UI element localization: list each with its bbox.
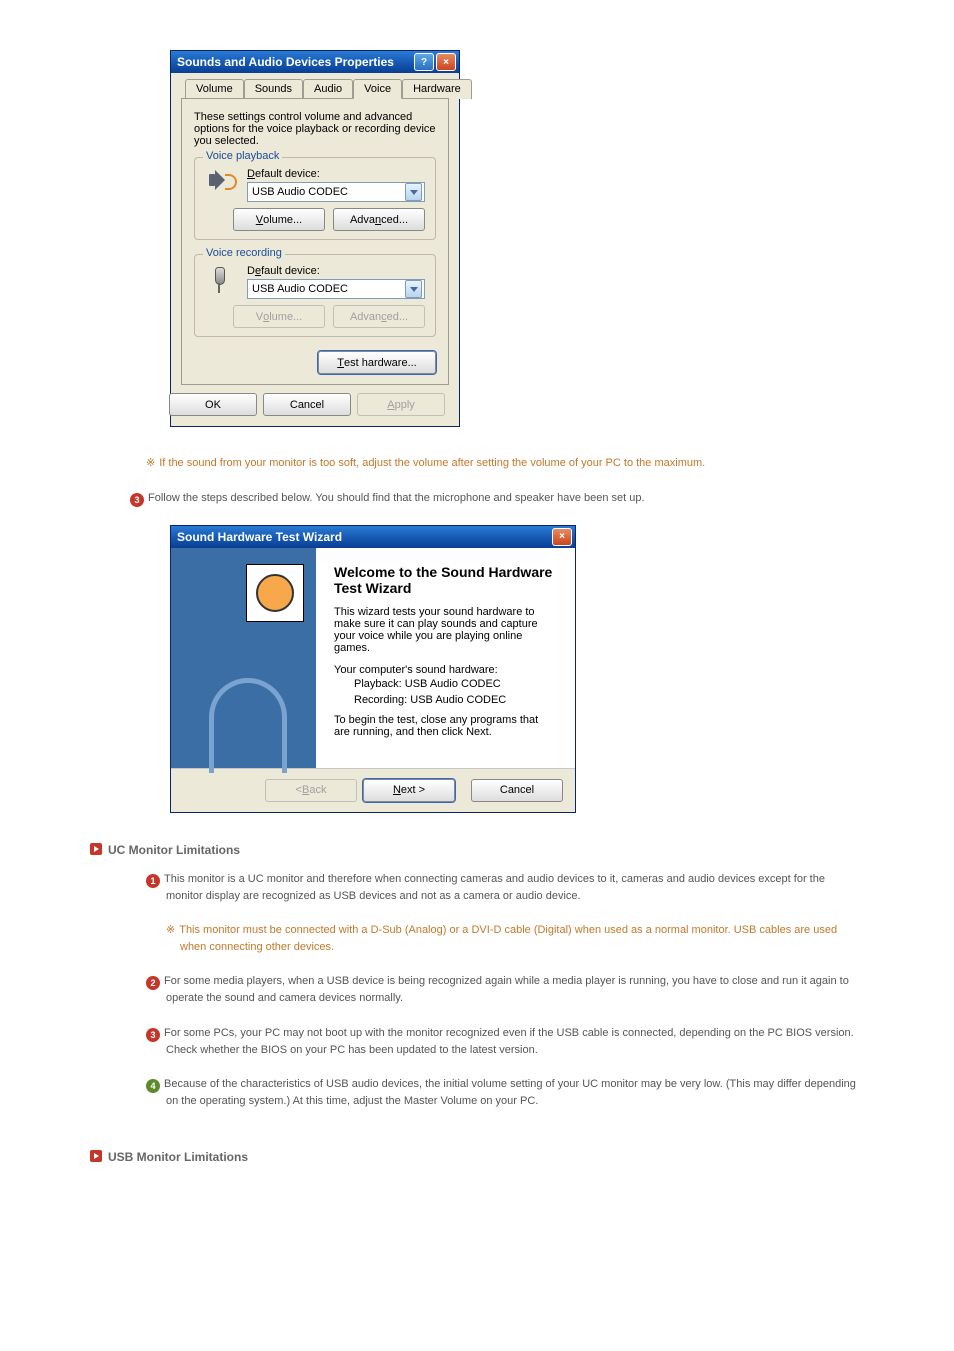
wizard-headphone-graphic: [209, 678, 287, 773]
recording-device-label: Default device:: [247, 265, 425, 277]
window-titlebar: Sounds and Audio Devices Properties ? ×: [171, 51, 459, 73]
wizard-speaker-image: [246, 564, 304, 622]
help-icon[interactable]: ?: [414, 53, 434, 71]
sounds-audio-devices-window: Sounds and Audio Devices Properties ? × …: [170, 50, 460, 427]
recording-device-value: USB Audio CODEC: [252, 283, 348, 295]
playback-device-value: USB Audio CODEC: [252, 186, 348, 198]
uc-bullet-3: 3: [146, 1028, 160, 1042]
tab-strip: Volume Sounds Audio Voice Hardware: [181, 79, 449, 99]
uc-limitations-heading: UC Monitor Limitations: [90, 843, 864, 857]
note-soft-sound: ※If the sound from your monitor is too s…: [146, 455, 864, 472]
uc-item-4: 4Because of the characteristics of USB a…: [146, 1076, 864, 1110]
test-hardware-button[interactable]: Test hardware...: [318, 351, 436, 374]
cancel-button[interactable]: Cancel: [263, 393, 351, 416]
wizard-intro: This wizard tests your sound hardware to…: [334, 606, 555, 654]
wizard-titlebar: Sound Hardware Test Wizard ×: [171, 526, 575, 548]
uc-bullet-1: 1: [146, 874, 160, 888]
wizard-next-button[interactable]: Next >: [363, 779, 455, 802]
wizard-heading: Welcome to the Sound Hardware Test Wizar…: [334, 564, 555, 596]
voice-recording-legend: Voice recording: [203, 247, 285, 259]
voice-recording-group: Voice recording Default device: USB Audi…: [194, 254, 436, 337]
wizard-begin-text: To begin the test, close any programs th…: [334, 714, 555, 738]
tab-audio[interactable]: Audio: [303, 79, 353, 99]
speaker-icon: [205, 168, 237, 200]
uc-bullet-4: 4: [146, 1079, 160, 1093]
step-3-bullet: 3: [130, 493, 144, 507]
section-arrow-icon: [90, 843, 102, 855]
wizard-hardware-label: Your computer's sound hardware:: [334, 664, 555, 676]
uc-item-3: 3For some PCs, your PC may not boot up w…: [146, 1025, 864, 1059]
wizard-playback-device: Playback: USB Audio CODEC: [354, 678, 555, 690]
voice-playback-legend: Voice playback: [203, 150, 282, 162]
uc-item-1: 1This monitor is a UC monitor and theref…: [146, 871, 864, 905]
step-3-text: 3Follow the steps described below. You s…: [130, 490, 864, 507]
dropdown-arrow-icon[interactable]: [405, 183, 422, 201]
tab-volume[interactable]: Volume: [185, 79, 244, 99]
dropdown-arrow-icon[interactable]: [405, 280, 422, 298]
close-icon[interactable]: ×: [436, 53, 456, 71]
wizard-title: Sound Hardware Test Wizard: [177, 530, 552, 544]
reference-mark-icon: ※: [166, 924, 175, 936]
uc-item-1-note: ※This monitor must be connected with a D…: [166, 922, 864, 955]
playback-volume-button[interactable]: Volume...: [233, 208, 325, 231]
window-title: Sounds and Audio Devices Properties: [177, 55, 414, 69]
wizard-side-graphic: [171, 548, 316, 768]
uc-item-2: 2For some media players, when a USB devi…: [146, 973, 864, 1007]
playback-device-select[interactable]: USB Audio CODEC: [247, 182, 425, 202]
tab-hardware[interactable]: Hardware: [402, 79, 472, 99]
voice-tab-panel: These settings control volume and advanc…: [181, 98, 449, 385]
uc-bullet-2: 2: [146, 976, 160, 990]
voice-tab-desc: These settings control volume and advanc…: [194, 111, 436, 147]
apply-button: Apply: [357, 393, 445, 416]
close-icon[interactable]: ×: [552, 528, 572, 546]
recording-device-select[interactable]: USB Audio CODEC: [247, 279, 425, 299]
ok-button[interactable]: OK: [169, 393, 257, 416]
playback-advanced-button[interactable]: Advanced...: [333, 208, 425, 231]
recording-advanced-button: Advanced...: [333, 305, 425, 328]
tab-voice[interactable]: Voice: [353, 79, 402, 99]
playback-device-label: Default device:: [247, 168, 425, 180]
wizard-back-button: < Back: [265, 779, 357, 802]
section-arrow-icon: [90, 1150, 102, 1162]
reference-mark-icon: ※: [146, 457, 155, 469]
recording-volume-button: Volume...: [233, 305, 325, 328]
tab-sounds[interactable]: Sounds: [244, 79, 303, 99]
microphone-icon: [205, 265, 237, 297]
usb-limitations-heading: USB Monitor Limitations: [90, 1150, 864, 1164]
wizard-recording-device: Recording: USB Audio CODEC: [354, 694, 555, 706]
sound-hardware-test-wizard-window: Sound Hardware Test Wizard × Welcome to …: [170, 525, 576, 813]
voice-playback-group: Voice playback Default device: USB Audio…: [194, 157, 436, 240]
wizard-cancel-button[interactable]: Cancel: [471, 779, 563, 802]
